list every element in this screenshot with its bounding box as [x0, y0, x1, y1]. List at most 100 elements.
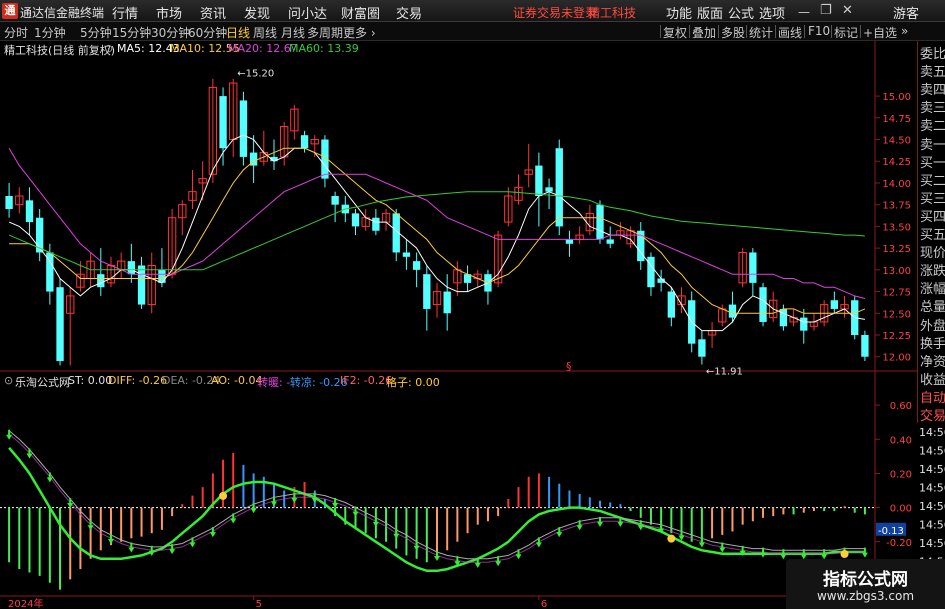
indicator-tick-label: 0.20	[890, 469, 912, 480]
menu-item-faxian[interactable]: 发现	[244, 3, 270, 22]
expand-panel-button[interactable]: »	[901, 24, 908, 38]
down-arrow-icon	[637, 520, 644, 531]
if2-label: IF2: -0.26	[340, 374, 393, 387]
candle-body-down	[800, 317, 808, 331]
quote-row-2: 卖四	[920, 83, 945, 99]
period-60min[interactable]: 60分钟	[188, 24, 227, 41]
time-label: 14:56	[919, 426, 945, 439]
period-30min[interactable]: 30分钟	[151, 24, 190, 41]
indicator-tick-label: 0.60	[890, 401, 912, 412]
add-watchlist-button[interactable]: +自选	[863, 24, 897, 41]
period-toolbar: 分时 1分钟 5分钟 15分钟 30分钟 60分钟 日线 周线 月线 多周期 更…	[0, 22, 945, 41]
period-weekly[interactable]: 周线	[253, 24, 277, 41]
huaxian-button[interactable]: 画线	[778, 24, 802, 41]
candle-body-down	[351, 213, 360, 227]
menu-item-wenxiaoda[interactable]: 问小达	[288, 3, 327, 22]
quote-row-13: 涨幅	[920, 282, 945, 298]
candle-body-up	[585, 212, 594, 232]
close-icon[interactable]: ✕	[842, 3, 853, 18]
candle-body-down	[341, 204, 349, 214]
price-tick-label: 13.50	[882, 222, 911, 233]
candle-body-up	[381, 212, 391, 223]
menu-item-banmian[interactable]: 版面	[697, 3, 723, 22]
fuquan-button[interactable]: 复权	[663, 24, 687, 41]
menu-item-jiaoyi[interactable]: 交易	[396, 3, 422, 22]
candle-body-down	[535, 165, 543, 196]
biaoji-button[interactable]: 标记	[834, 24, 858, 41]
indicator-legend: ⊙ 乐淘公式网 ST: 0.00 DIFF: -0.26 DEA: -0.24 …	[0, 374, 875, 390]
quote-row-15: 外盘	[920, 318, 945, 334]
minimize-icon[interactable]: —	[798, 5, 810, 19]
menu-item-xuanxiang[interactable]: 选项	[759, 3, 785, 22]
down-arrow-icon	[87, 520, 94, 531]
price-extreme-label: ←15.20	[237, 69, 274, 80]
candle-body-down	[249, 152, 258, 166]
menu-item-hangqing[interactable]: 行情	[112, 3, 138, 22]
current-stock-name: 精工科技	[588, 6, 637, 20]
indicator-layer	[0, 429, 875, 590]
down-arrow-icon	[332, 498, 339, 509]
period-5min[interactable]: 5分钟	[80, 24, 112, 41]
down-arrow-icon	[821, 549, 828, 560]
down-arrow-icon	[434, 551, 440, 561]
menu-item-shichang[interactable]: 市场	[156, 3, 182, 22]
quote-row-5: 卖一	[920, 137, 945, 153]
candle-body-down	[402, 252, 411, 257]
period-fenshi[interactable]: 分时	[4, 24, 28, 41]
settings-circle-icon[interactable]: ⊙	[104, 42, 113, 55]
period-more[interactable]: 更多 ›	[343, 24, 376, 41]
guest-label[interactable]: 游客	[893, 3, 919, 22]
menu-item-gongshi[interactable]: 公式	[728, 3, 754, 22]
tongji-button[interactable]: 统计	[749, 24, 773, 41]
quote-row-20[interactable]: 交易	[920, 405, 945, 424]
quote-row-1: 卖五	[920, 65, 945, 81]
down-arrow-icon	[169, 544, 176, 555]
time-label: 14:56	[919, 482, 945, 495]
price-tick-label: 13.25	[882, 244, 911, 255]
main-chart-title[interactable]: 精工科技(日线 前复权)	[4, 42, 115, 58]
down-arrow-icon	[291, 492, 298, 503]
signal-dot-icon	[219, 491, 228, 500]
ma10-line	[9, 147, 866, 314]
menu-item-zixun[interactable]: 资讯	[200, 3, 226, 22]
candle-body-up	[769, 299, 778, 319]
candle-body-down	[239, 100, 248, 157]
candle-body-down	[667, 291, 675, 318]
quote-row-16: 换手	[920, 336, 945, 352]
candle-body-up	[819, 304, 829, 323]
candle-body-down	[463, 274, 472, 283]
period-multi[interactable]: 多周期	[307, 24, 343, 41]
candle-body-up	[178, 204, 187, 219]
restore-icon[interactable]: ❐	[820, 3, 832, 18]
candle-body-down	[392, 213, 400, 253]
indicator-title[interactable]: 乐淘公式网	[15, 374, 70, 390]
time-label: 14:56	[919, 500, 945, 513]
diejia-button[interactable]: 叠加	[692, 24, 716, 41]
menu-item-gongneng[interactable]: 功能	[666, 3, 692, 22]
menu-item-caifuquan[interactable]: 财富圈	[341, 3, 380, 22]
chart-grid	[0, 41, 945, 600]
time-tick-label: 6	[541, 599, 547, 609]
down-arrow-icon	[46, 472, 53, 483]
price-tick-label: 12.25	[882, 331, 911, 342]
period-daily[interactable]: 日线	[226, 24, 250, 41]
quote-row-8: 买三	[920, 191, 945, 207]
candle-body-up	[167, 217, 177, 275]
period-monthly[interactable]: 月线	[281, 24, 305, 41]
candle-body-down	[484, 274, 492, 292]
period-15min[interactable]: 15分钟	[112, 24, 151, 41]
candle-body-down	[331, 195, 339, 205]
f10-button[interactable]: F10	[808, 24, 830, 38]
trade-login-notice[interactable]: 证券交易未登录	[513, 4, 597, 21]
candle-body-down	[372, 217, 380, 231]
duogu-button[interactable]: 多股	[721, 24, 745, 41]
down-arrow-icon	[6, 429, 13, 440]
period-1min[interactable]: 1分钟	[34, 24, 66, 41]
candle-body-up	[840, 304, 849, 310]
down-arrow-icon	[128, 542, 135, 553]
candle-body-up	[310, 139, 319, 145]
menu-bar: 通 通达信金融终端 行情 市场 资讯 发现 问小达 财富圈 交易 证券交易未登录…	[0, 0, 945, 22]
quote-row-19[interactable]: 自动	[920, 387, 945, 406]
price-tick-label: 13.75	[882, 201, 911, 212]
indicator-settings-icon[interactable]: ⊙	[4, 374, 13, 387]
